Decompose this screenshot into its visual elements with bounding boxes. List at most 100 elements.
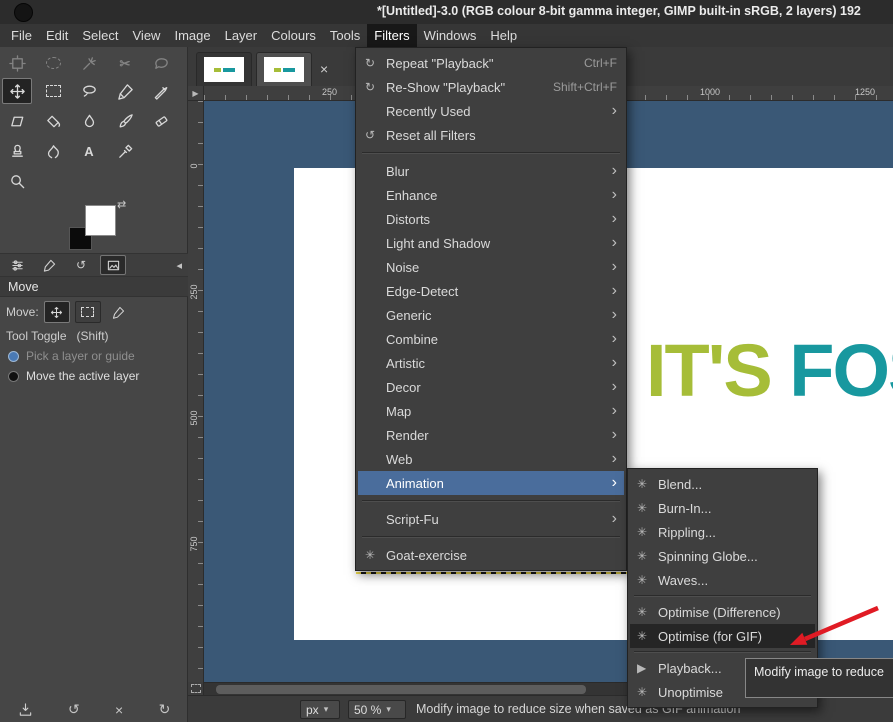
dock-tab-tool-options[interactable]	[4, 255, 30, 275]
tool-text[interactable]: A	[74, 138, 104, 164]
ruler-corner-menu[interactable]: ▶	[188, 86, 204, 101]
radio-move-active-layer[interactable]: Move the active layer	[8, 369, 139, 383]
menu-file[interactable]: File	[4, 24, 39, 47]
swap-colours-icon[interactable]: ⇄	[117, 198, 126, 211]
filters-item-recently-used[interactable]: Recently Used ›	[358, 99, 624, 123]
rectangle-select-icon	[46, 85, 61, 97]
tool-zoom[interactable]	[2, 168, 32, 194]
titlebar[interactable]: *[Untitled]-3.0 (RGB colour 8-bit gamma …	[0, 0, 893, 25]
window-title: *[Untitled]-3.0 (RGB colour 8-bit gamma …	[377, 4, 861, 18]
tool-free-select[interactable]	[74, 78, 104, 104]
menu-tools[interactable]: Tools	[323, 24, 367, 47]
filters-item-goat-exercise[interactable]: ✳ Goat-exercise	[358, 543, 624, 567]
tool-clone[interactable]	[2, 138, 32, 164]
menu-view[interactable]: View	[126, 24, 168, 47]
filters-item-script-fu[interactable]: Script-Fu ›	[358, 507, 624, 531]
filters-item-edge-detect[interactable]: Edge-Detect ›	[358, 279, 624, 303]
filters-item-artistic[interactable]: Artistic ›	[358, 351, 624, 375]
dock-tab-images[interactable]	[100, 255, 126, 275]
image-tab-1[interactable]	[196, 52, 252, 86]
reset-tool-options-button[interactable]: ↻	[159, 701, 171, 718]
tool-toggle-row: Tool Toggle (Shift)	[6, 329, 109, 343]
filters-item-map[interactable]: Map ›	[358, 399, 624, 423]
filters-item-noise[interactable]: Noise ›	[358, 255, 624, 279]
animation-item-spinning-globe[interactable]: ✳ Spinning Globe...	[630, 544, 815, 568]
tool-ink[interactable]	[74, 108, 104, 134]
filters-item-generic[interactable]: Generic ›	[358, 303, 624, 327]
save-tool-options-button[interactable]	[18, 702, 33, 717]
tool-crop[interactable]	[146, 78, 176, 104]
filters-item-repeat-playback[interactable]: ↻ Repeat "Playback" Ctrl+F	[358, 51, 624, 75]
radio-pick-layer-or-guide[interactable]: Pick a layer or guide	[8, 349, 135, 363]
filters-item-blur[interactable]: Blur ›	[358, 159, 624, 183]
tool-scissors[interactable]: ✂	[110, 50, 140, 76]
filters-item-light-and-shadow[interactable]: Light and Shadow ›	[358, 231, 624, 255]
ink-drop-icon	[81, 113, 98, 130]
alignment-icon	[9, 55, 26, 72]
menu-item-label: Web	[386, 452, 602, 467]
ruler-label: 500	[189, 404, 199, 432]
filters-item-render[interactable]: Render ›	[358, 423, 624, 447]
menu-select[interactable]: Select	[75, 24, 125, 47]
move-icon	[50, 306, 63, 319]
filters-item-enhance[interactable]: Enhance ›	[358, 183, 624, 207]
filters-item-reshow-playback[interactable]: ↻ Re-Show "Playback" Shift+Ctrl+F	[358, 75, 624, 99]
menu-image[interactable]: Image	[167, 24, 217, 47]
dock-tab-device-status[interactable]	[36, 255, 62, 275]
menu-edit[interactable]: Edit	[39, 24, 75, 47]
tool-move[interactable]	[2, 78, 32, 104]
collapse-dock-icon[interactable]: ◂	[176, 259, 182, 272]
ruler-label: 750	[189, 530, 199, 558]
filters-item-decor[interactable]: Decor ›	[358, 375, 624, 399]
toolbox-row-dim: ✂	[2, 50, 176, 76]
tool-fuzzy-select[interactable]	[74, 50, 104, 76]
foreground-colour-swatch[interactable]	[85, 205, 116, 236]
image-tab-2-active[interactable]	[256, 52, 312, 86]
animation-item-rippling[interactable]: ✳ Rippling...	[630, 520, 815, 544]
delete-icon: ×	[115, 702, 123, 718]
animation-item-burn-in[interactable]: ✳ Burn-In...	[630, 496, 815, 520]
tool-foreground-select[interactable]	[146, 50, 176, 76]
filters-item-animation[interactable]: Animation ›	[358, 471, 624, 495]
zoom-select[interactable]: 50 % ▾	[348, 700, 406, 719]
move-selection-button[interactable]	[75, 301, 101, 323]
tool-bucket-fill[interactable]	[38, 108, 68, 134]
unit-select[interactable]: px ▾	[300, 700, 340, 719]
menu-help[interactable]: Help	[483, 24, 524, 47]
quick-mask-toggle[interactable]	[188, 682, 204, 695]
filters-item-combine[interactable]: Combine ›	[358, 327, 624, 351]
filters-item-distorts[interactable]: Distorts ›	[358, 207, 624, 231]
tool-smudge[interactable]	[38, 138, 68, 164]
tool-paths[interactable]	[110, 78, 140, 104]
tool-ellipse-select[interactable]	[38, 50, 68, 76]
filters-item-web[interactable]: Web ›	[358, 447, 624, 471]
scissors-icon: ✂	[120, 57, 131, 70]
radio-label: Pick a layer or guide	[26, 349, 135, 363]
tool-transform[interactable]	[2, 108, 32, 134]
restore-tool-options-button[interactable]: ↺	[68, 701, 80, 718]
animation-item-blend[interactable]: ✳ Blend...	[630, 472, 815, 496]
close-icon[interactable]: ×	[320, 62, 328, 76]
chevron-right-icon: ›	[612, 331, 617, 347]
menu-item-label: Generic	[386, 308, 602, 323]
delete-tool-options-button[interactable]: ×	[115, 702, 123, 718]
move-path-button[interactable]	[106, 301, 132, 323]
tool-rectangle-select[interactable]	[38, 78, 68, 104]
tool-colour-picker[interactable]	[110, 138, 140, 164]
tool-alignment[interactable]	[2, 50, 32, 76]
chevron-right-icon: ›	[612, 211, 617, 227]
menu-windows[interactable]: Windows	[417, 24, 484, 47]
move-layer-button[interactable]	[44, 301, 70, 323]
menu-item-label: Recently Used	[386, 104, 602, 119]
animation-item-waves[interactable]: ✳ Waves...	[630, 568, 815, 592]
menu-layer[interactable]: Layer	[218, 24, 265, 47]
filters-item-reset-all-filters[interactable]: ↺ Reset all Filters	[358, 123, 624, 147]
menu-colours[interactable]: Colours	[264, 24, 323, 47]
chevron-right-icon: ›	[612, 235, 617, 251]
menu-filters[interactable]: Filters	[367, 24, 416, 47]
tool-eraser[interactable]	[146, 108, 176, 134]
vertical-ruler[interactable]: 0 250 500 750	[188, 101, 204, 682]
tool-paintbrush[interactable]	[110, 108, 140, 134]
dock-tab-undo-history[interactable]: ↺	[68, 255, 94, 275]
scrollbar-thumb[interactable]	[216, 685, 586, 694]
